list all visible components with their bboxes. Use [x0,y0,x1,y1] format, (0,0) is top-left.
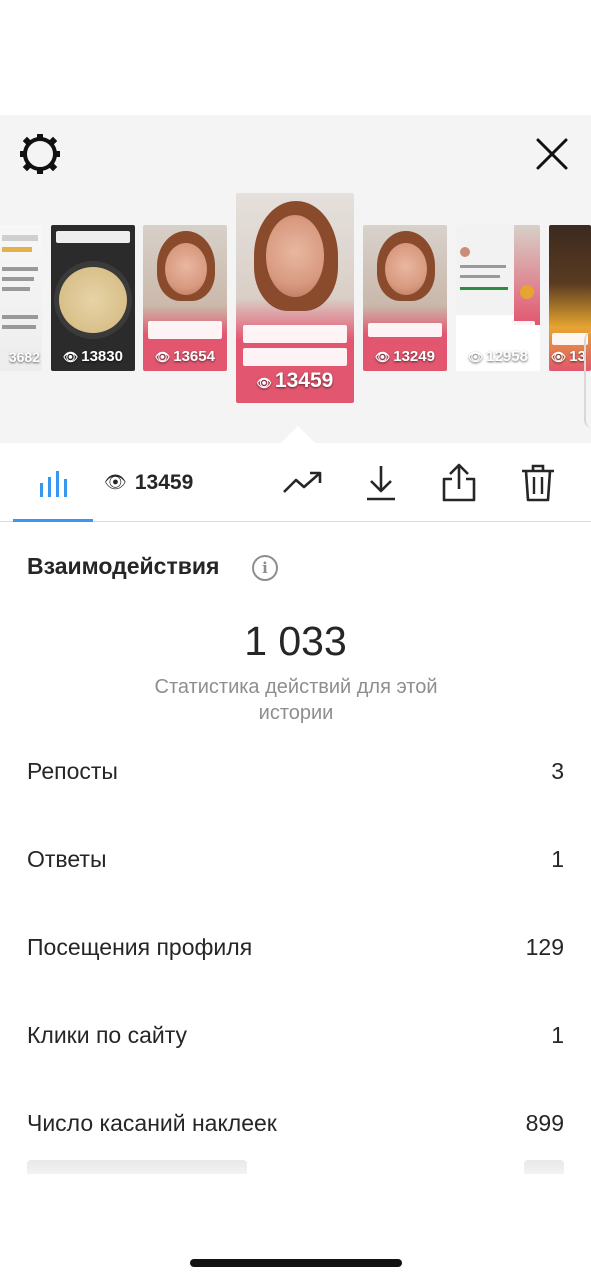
story-thumbnail[interactable]: 👁 12958 [456,225,540,371]
stat-label: Ответы [27,845,107,872]
share-icon [442,463,476,501]
eye-icon: 👁 [375,350,391,364]
story-view-count: 13459 [274,369,334,392]
home-indicator[interactable] [190,1259,402,1267]
close-icon[interactable] [530,132,574,176]
info-icon[interactable]: i [252,555,278,581]
story-view-count: 13249 [393,348,435,365]
stat-label: Клики по сайту [27,1021,188,1048]
stat-row-profile-visits: Посещения профиля 129 [27,927,564,967]
story-view-count: 3682 [8,349,40,365]
cut-off-text [27,1160,247,1174]
tab-insights[interactable] [28,443,78,522]
story-view-count: 13830 [81,348,123,365]
stat-label: Число касаний наклеек [27,1109,277,1136]
stat-row-sticker-taps: Число касаний наклеек 899 [27,1103,564,1143]
stat-value: 899 [525,1109,564,1136]
story-thumbnail-selected[interactable]: 👁 13459 [236,193,354,403]
trending-icon [283,471,322,493]
eye-icon: 👁 [104,472,127,492]
eye-icon: 👁 [256,376,272,390]
stat-label: Посещения профиля [27,933,253,960]
download-icon [367,465,395,500]
story-thumbnail[interactable]: 👁 13249 [363,225,447,371]
cut-off-value [524,1160,564,1174]
promote-button[interactable] [280,443,326,522]
stat-value: 3 [551,757,564,784]
selected-story-pointer [281,426,315,443]
gear-icon[interactable] [18,132,62,176]
story-thumbnail[interactable]: 👁 13830 [51,225,135,371]
trash-icon [522,464,554,501]
stat-label: Репосты [27,757,118,784]
stat-row-website-clicks: Клики по сайту 1 [27,1015,564,1055]
download-button[interactable] [360,443,402,522]
section-title: Взаимодействия [27,553,220,579]
stat-row-replies: Ответы 1 [27,839,564,879]
viewers-count: 13459 [134,470,194,494]
story-view-count: 12958 [486,348,528,365]
stat-value: 1 [551,1021,564,1048]
stat-value: 129 [525,933,564,960]
scroll-edge [584,332,591,428]
share-button[interactable] [437,443,481,522]
story-view-count: 13654 [173,348,215,365]
story-thumbnail[interactable]: 3682 [0,225,42,371]
eye-icon: 👁 [468,350,484,364]
stat-row-reposts: Репосты 3 [27,751,564,791]
eye-icon: 👁 [63,350,79,364]
story-thumbnail[interactable]: 👁 13654 [143,225,227,371]
interactions-subtitle: Статистика действий для этой истории [154,676,438,724]
bar-chart-icon [40,470,67,497]
stat-row-cut-off [27,1160,564,1174]
delete-button[interactable] [516,443,560,522]
total-interactions: 1 033 [244,618,347,664]
active-tab-indicator [13,519,93,522]
tab-viewers[interactable]: 👁 13459 [104,443,204,522]
eye-icon: 👁 [155,350,171,364]
status-area [0,0,591,115]
eye-icon: 👁 [551,350,567,364]
stat-value: 1 [551,845,564,872]
